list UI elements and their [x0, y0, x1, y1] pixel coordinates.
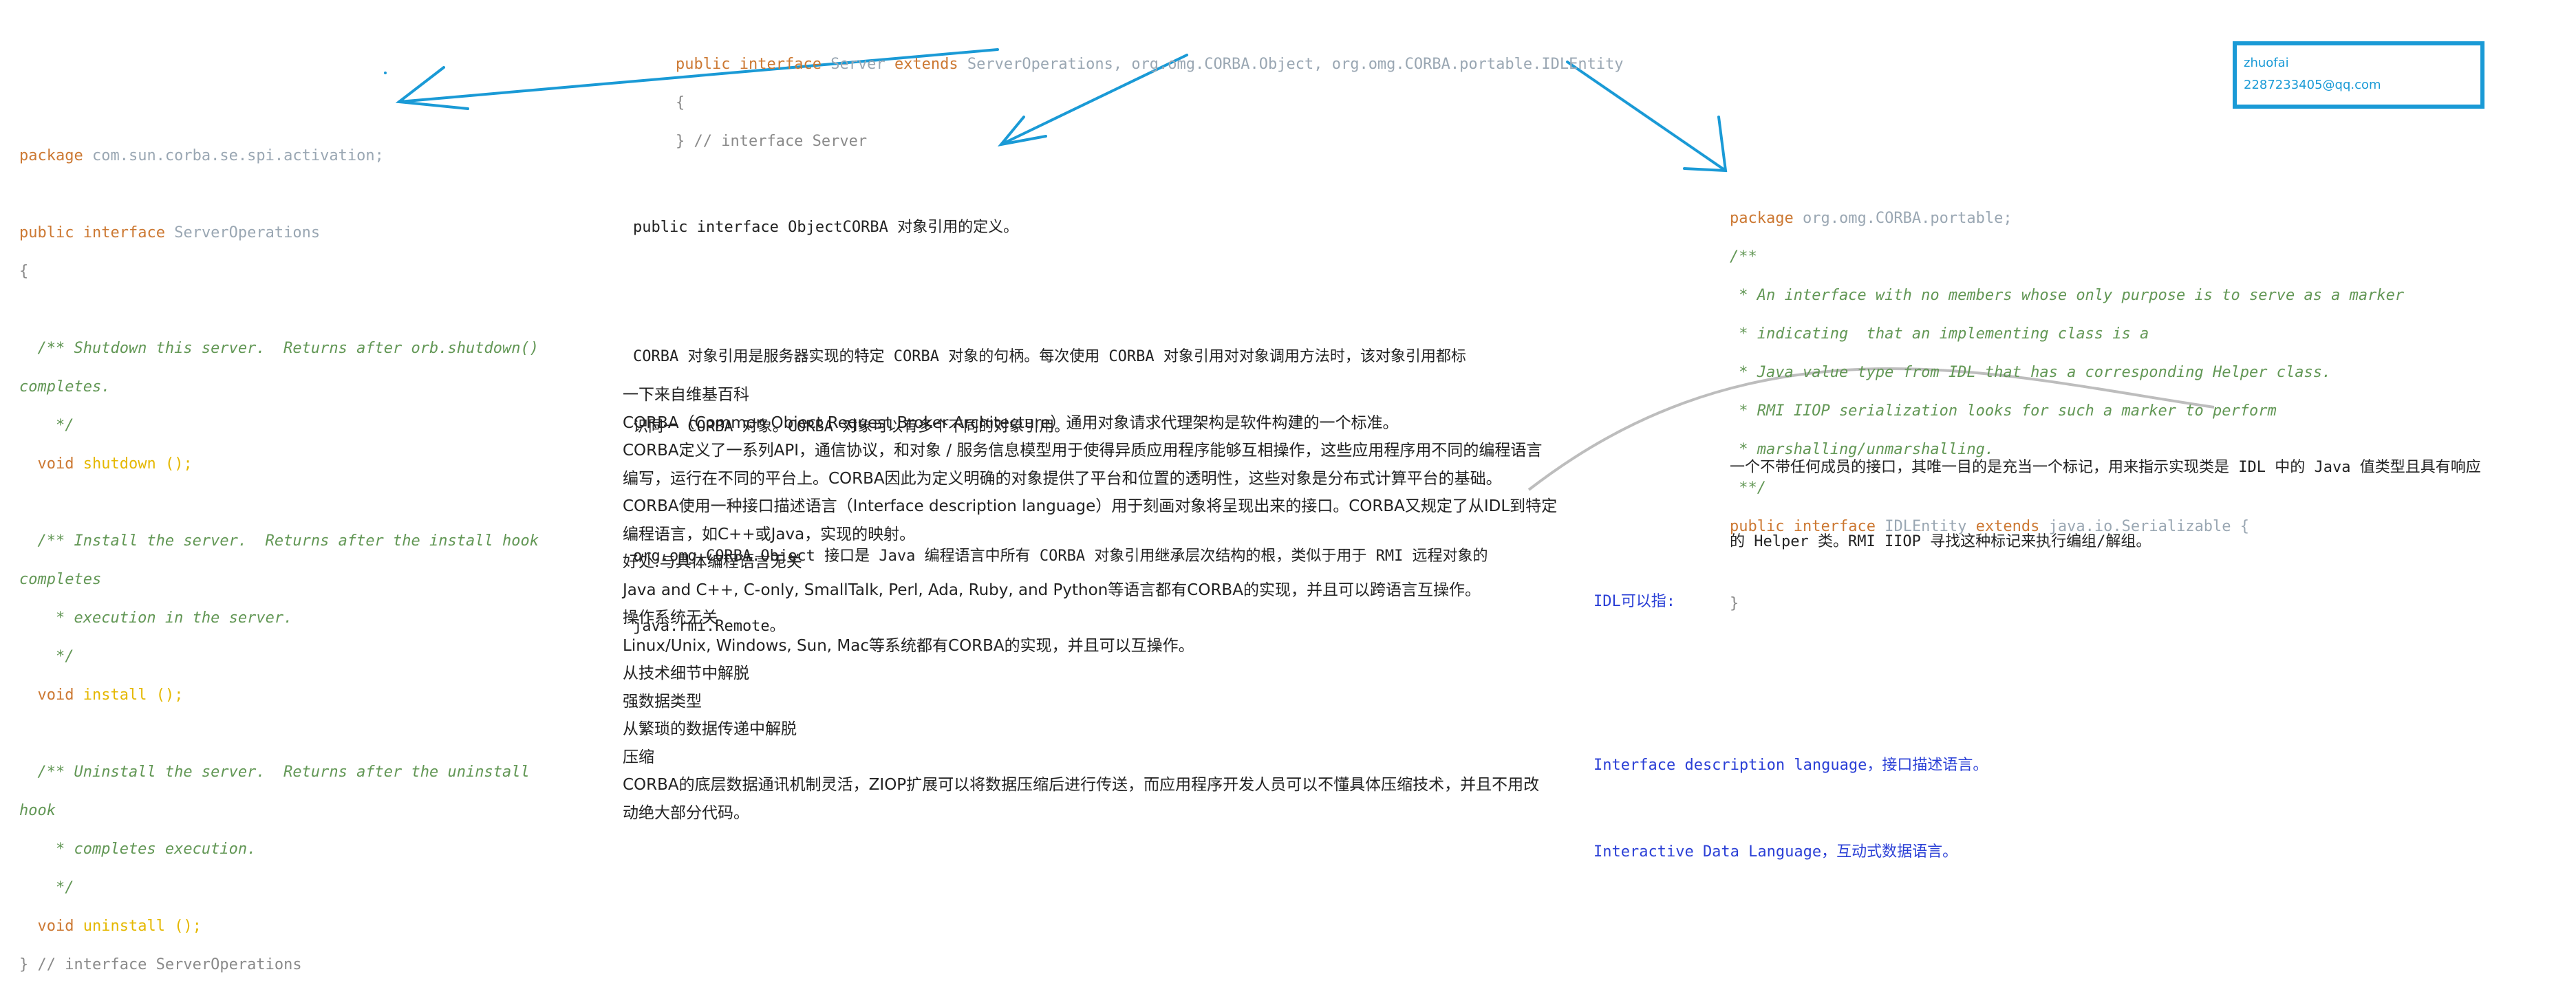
comment-line: * execution in the server. [19, 609, 293, 627]
comment-line: /** Shutdown this server. Returns after … [19, 340, 539, 357]
idl-entity-desc-line: 一个不带任何成员的接口，其唯一目的是充当一个标记，用来指示实现类是 IDL 中的… [1730, 459, 2481, 476]
wiki-line: 编写，运行在不同的平台上。CORBA因此为定义明确的对象提供了平台和位置的透明性… [623, 469, 1502, 488]
comment-line: hook [19, 802, 56, 819]
wiki-notes: 一下来自维基百科 CORBA（Common Object Request Bro… [623, 381, 1600, 827]
wiki-line: 一下来自维基百科 [623, 386, 749, 404]
wiki-line: CORBA的底层数据通讯机制灵活，ZIOP扩展可以将数据压缩后进行传送，而应用程… [623, 776, 1540, 794]
keyword: void [19, 687, 74, 704]
comment-line: */ [19, 417, 74, 434]
idl-meaning-item: Interactive Data Language，互动式数据语言。 [1593, 843, 1958, 861]
wiki-line: CORBA（Common Object Request Broker Archi… [623, 413, 1399, 432]
close-brace-comment: } // interface ServerOperations [19, 956, 302, 973]
open-brace: { [19, 263, 29, 280]
comment-line: * indicating that an implementing class … [1730, 325, 2149, 343]
keyword: interface [739, 56, 822, 73]
type-name: Server [830, 56, 886, 73]
comment-line: completes [19, 571, 102, 588]
comment-line: * An interface with no members whose onl… [1730, 287, 2405, 304]
comment-line: completes. [19, 378, 111, 396]
keyword: public [676, 56, 731, 73]
comment-line: /** Install the server. Returns after th… [19, 532, 539, 550]
type-name: ServerOperations [174, 224, 321, 241]
keyword: interface [83, 224, 165, 241]
wiki-line: 强数据类型 [623, 692, 702, 711]
wiki-line: 动绝大部分代码。 [623, 803, 749, 822]
wiki-line: Linux/Unix, Windows, Sun, Mac等系统都有CORBA的… [623, 636, 1194, 655]
comment-line: */ [19, 648, 74, 665]
wiki-line: 从繁琐的数据传递中解脱 [623, 720, 797, 738]
idl-meaning-title: IDL可以指: [1593, 593, 1675, 610]
idl-meaning-block: IDL可以指: Interface description language，接… [1593, 530, 1988, 896]
method-name: uninstall [83, 918, 165, 935]
method-parens: (); [147, 687, 184, 704]
method-parens: (); [155, 455, 193, 473]
keyword: void [19, 455, 74, 473]
comment-line: */ [19, 879, 74, 896]
close-brace-comment: } // interface Server [676, 133, 868, 150]
server-interface-code: public interface Server extends ServerOp… [676, 36, 1624, 171]
method-name: shutdown [83, 455, 156, 473]
method-name: install [83, 687, 147, 704]
wiki-line: 操作系统无关 [623, 609, 718, 627]
wiki-line: 压缩 [623, 748, 654, 766]
comment-line: /** [1730, 248, 1757, 266]
wiki-line: CORBA定义了一系列API，通信协议，和对象 / 服务信息模型用于使得异质应用… [623, 442, 1543, 460]
comment-line: /** Uninstall the server. Returns after … [19, 764, 530, 781]
keyword: void [19, 918, 74, 935]
method-uninstall: void uninstall (); [19, 917, 539, 936]
keyword: package [19, 147, 83, 164]
server-decl-line: public interface Server extends ServerOp… [676, 55, 1624, 74]
package-line: package org.omg.CORBA.portable; [1730, 209, 2404, 228]
interface-decl-line: public interface ServerOperations [19, 224, 539, 243]
wiki-line: 从技术细节中解脱 [623, 665, 749, 682]
contact-email: 2287233405@qq.com [2244, 78, 2381, 92]
keyword: extends [894, 56, 958, 73]
wiki-line: 好处:与具体编程语言无关 [623, 553, 802, 571]
object-desc-line: CORBA 对象引用是服务器实现的特定 CORBA 对象的句柄。每次使用 COR… [633, 348, 1466, 365]
method-parens: (); [164, 918, 202, 935]
contact-box: zhuofai 2287233405@qq.com [2233, 41, 2484, 109]
comment-line: * completes execution. [19, 841, 257, 858]
keyword: package [1730, 210, 1794, 227]
type-list: ServerOperations, org.omg.CORBA.Object, … [967, 56, 1624, 73]
package-line: package com.sun.corba.se.spi.activation; [19, 147, 539, 166]
package-name: com.sun.corba.se.spi.activation; [92, 147, 384, 164]
contact-name: zhuofai [2244, 56, 2289, 70]
server-operations-code: package com.sun.corba.se.spi.activation;… [19, 127, 539, 994]
wiki-line: CORBA使用一种接口描述语言（Interface description la… [623, 497, 1558, 515]
wiki-line: 编程语言，如C++或Java，实现的映射。 [623, 525, 916, 543]
comment-line: * Java value type from IDL that has a co… [1730, 364, 2332, 381]
open-brace: { [676, 94, 685, 111]
keyword: public [19, 224, 74, 241]
object-desc-title: public interface ObjectCORBA 对象引用的定义。 [633, 219, 1019, 236]
method-install: void install (); [19, 686, 539, 705]
package-name: org.omg.CORBA.portable; [1802, 210, 2012, 227]
ink-dot [384, 72, 387, 74]
wiki-line: Java and C++, C-only, SmallTalk, Perl, A… [623, 581, 1481, 599]
idl-meaning-item: Interface description language，接口描述语言。 [1593, 757, 1988, 774]
method-shutdown: void shutdown (); [19, 455, 539, 474]
